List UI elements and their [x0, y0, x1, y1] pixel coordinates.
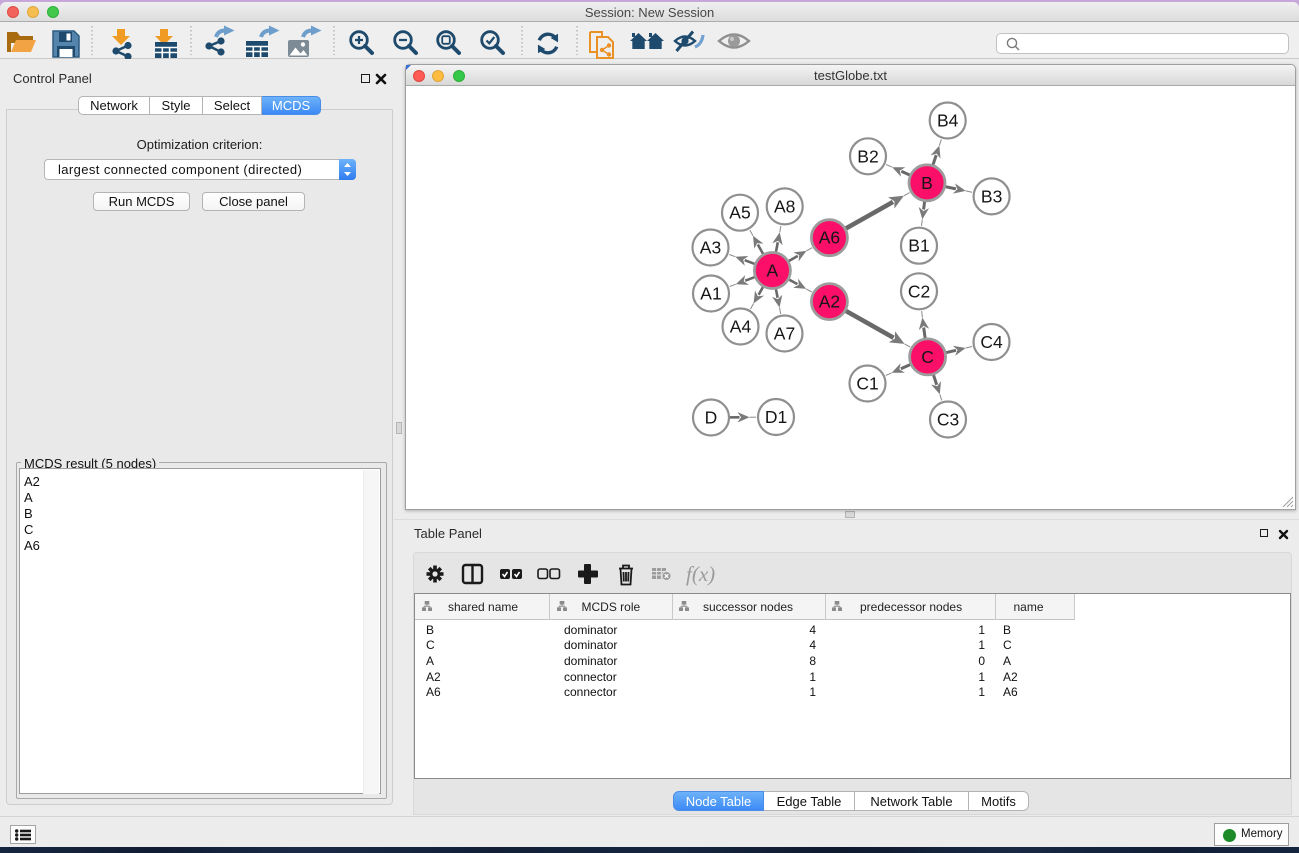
svg-text:C3: C3: [937, 410, 959, 430]
svg-text:D: D: [705, 408, 718, 428]
svg-text:A4: A4: [730, 317, 752, 337]
svg-text:C1: C1: [856, 374, 878, 394]
svg-text:A6: A6: [819, 228, 840, 248]
svg-text:f(x): f(x): [686, 562, 715, 586]
svg-text:C: C: [921, 347, 934, 367]
svg-text:B2: B2: [857, 146, 878, 166]
svg-text:A7: A7: [774, 324, 795, 344]
svg-text:A8: A8: [774, 196, 795, 216]
svg-text:A5: A5: [729, 203, 750, 223]
svg-text:B4: B4: [937, 111, 959, 131]
svg-text:B1: B1: [908, 236, 929, 256]
svg-text:C4: C4: [980, 332, 1003, 352]
svg-text:B3: B3: [981, 186, 1002, 206]
svg-text:A2: A2: [819, 292, 840, 312]
svg-text:A3: A3: [700, 238, 721, 258]
svg-text:B: B: [921, 173, 933, 193]
svg-text:A: A: [767, 261, 779, 281]
svg-text:D1: D1: [765, 407, 787, 427]
svg-text:C2: C2: [908, 281, 930, 301]
svg-text:A1: A1: [700, 284, 721, 304]
